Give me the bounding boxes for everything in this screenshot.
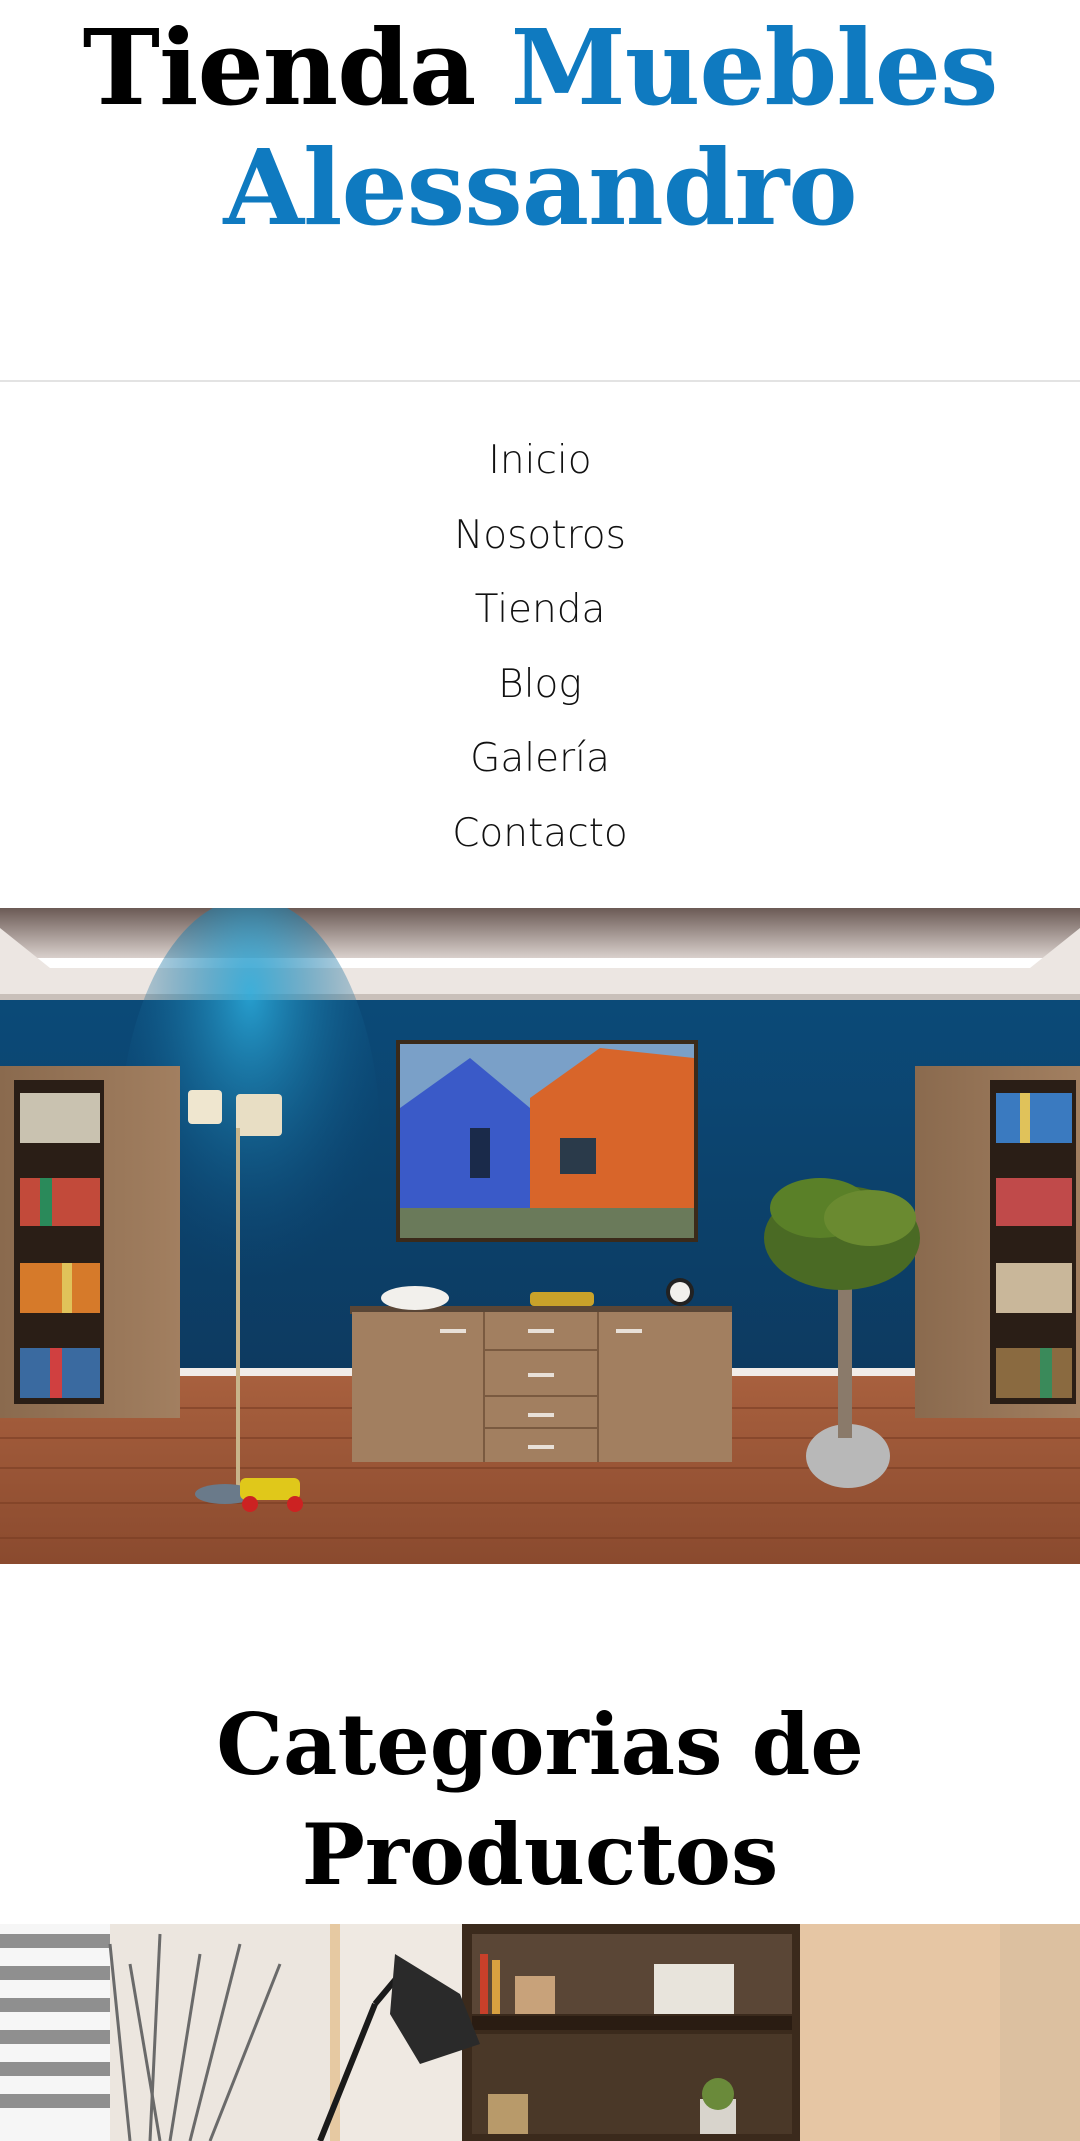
nav-item-blog[interactable]: Blog [0,648,1080,723]
living-room-illustration [0,908,1080,1564]
site-title-part2: Muebles [510,6,999,129]
nav-item-galeria[interactable]: Galería [0,722,1080,797]
categories-title: Categorias de Productos [216,1695,864,1904]
nav-item-tienda[interactable]: Tienda [0,573,1080,648]
site-title-part3: Alessandro [223,126,857,249]
hero-image [0,908,1080,1564]
site-header: Tienda Muebles Alessandro [0,0,1080,382]
main-navigation: Inicio Nosotros Tienda Blog Galería Cont… [0,424,1080,871]
nav-item-nosotros[interactable]: Nosotros [0,499,1080,574]
nav-item-contacto[interactable]: Contacto [0,797,1080,872]
site-title-part1: Tienda [82,6,477,129]
category-image[interactable] [0,1924,1080,2141]
nav-item-inicio[interactable]: Inicio [0,424,1080,499]
site-title[interactable]: Tienda Muebles Alessandro [0,8,1080,248]
home-office-illustration [0,1924,1080,2141]
